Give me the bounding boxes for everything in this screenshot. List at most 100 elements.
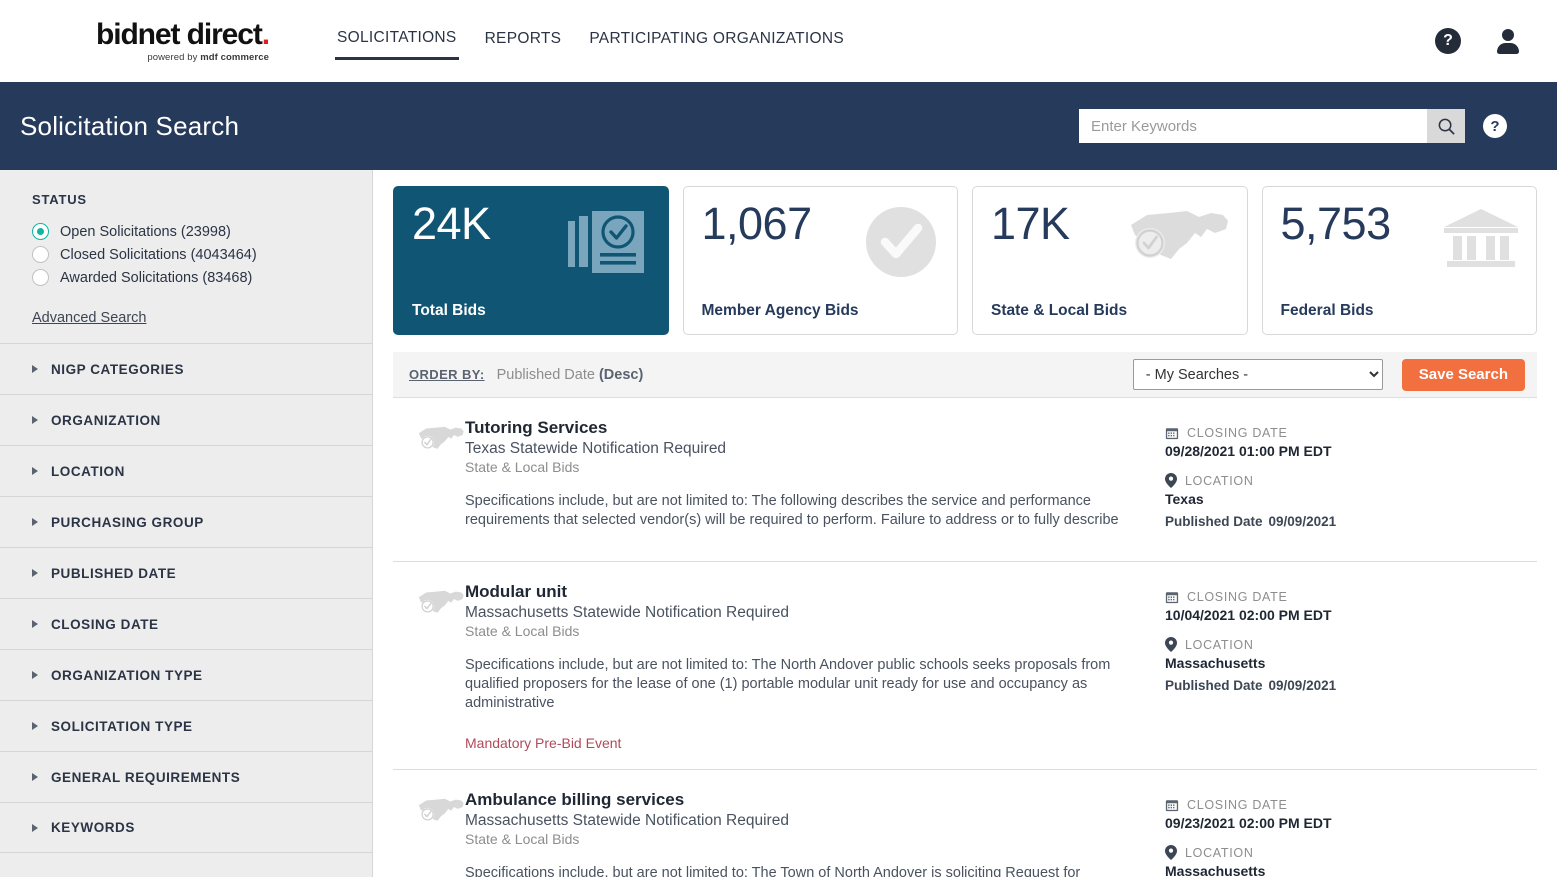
chevron-right-icon (32, 620, 38, 628)
order-by-label[interactable]: ORDER BY: (409, 367, 485, 382)
chevron-right-icon (32, 467, 38, 475)
facet-label: GENERAL REQUIREMENTS (51, 769, 241, 785)
facet-label: PURCHASING GROUP (51, 514, 204, 530)
result-title[interactable]: Tutoring Services (465, 418, 1141, 438)
advanced-search-link[interactable]: Advanced Search (32, 310, 146, 326)
chevron-right-icon (32, 518, 38, 526)
result-title[interactable]: Modular unit (465, 582, 1141, 602)
logo-dot: . (261, 17, 270, 51)
closing-date-head: CLOSING DATE (1165, 590, 1465, 604)
help-circle-icon[interactable]: ? (1435, 28, 1461, 54)
nav-item-solicitations[interactable]: SOLICITATIONS (334, 23, 459, 60)
result-title[interactable]: Ambulance billing services (465, 790, 1141, 810)
save-search-button[interactable]: Save Search (1401, 358, 1525, 391)
status-option-awarded[interactable]: Awarded Solicitations (83468) (32, 269, 348, 286)
location-label: LOCATION (1185, 845, 1254, 860)
my-searches-select[interactable]: - My Searches - (1132, 359, 1383, 390)
nav-item-participating-organizations[interactable]: PARTICIPATING ORGANIZATIONS (587, 24, 846, 58)
search-input[interactable] (1079, 109, 1427, 143)
closing-date-group: CLOSING DATE 09/23/2021 02:00 PM EDT (1165, 798, 1465, 831)
table-row[interactable]: Modular unit Massachusetts Statewide Not… (393, 562, 1537, 771)
result-description: Specifications include, but are not limi… (465, 865, 1081, 877)
result-description: Specifications include, but are not limi… (465, 493, 1119, 529)
result-body: Ambulance billing services Massachusetts… (465, 790, 1165, 877)
published-date-label: Published Date (1165, 678, 1263, 693)
sidebar-facet-nigp-categories[interactable]: NIGP CATEGORIES (0, 343, 372, 394)
closing-date-value: 09/28/2021 01:00 PM EDT (1165, 443, 1332, 459)
sidebar-facet-organization-type[interactable]: ORGANIZATION TYPE (0, 649, 372, 700)
result-icon (393, 582, 465, 751)
map-pin-icon (1165, 637, 1177, 652)
usa-map-check-icon (418, 426, 464, 449)
calendar-icon (1165, 428, 1179, 440)
stat-card-total-bids[interactable]: 24K Total Bids (393, 186, 669, 335)
logo-text: bidnet direct (96, 17, 263, 51)
magnifier-icon (1438, 118, 1455, 135)
location-head: LOCATION (1165, 845, 1465, 861)
result-icon (393, 418, 465, 543)
bidnet-direct-logo[interactable]: bidnet direct. powered by mdf commerce (96, 17, 270, 63)
chevron-right-icon (32, 671, 38, 679)
published-date-value: 09/09/2021 (1268, 514, 1337, 529)
closing-date-group: CLOSING DATE 09/28/2021 01:00 PM EDT (1165, 426, 1465, 459)
stat-card-state-local-bids[interactable]: 17K State & Local Bids (972, 186, 1248, 335)
location-group: LOCATION Texas Published Date 09/09/2021 (1165, 473, 1465, 529)
stat-card-federal-bids[interactable]: 5,753 Federal Bids (1261, 186, 1537, 335)
radio-closed-solicitations[interactable] (32, 246, 49, 263)
order-by-field: Published Date (496, 366, 599, 383)
bank-building-icon (1444, 209, 1518, 267)
search-help-icon[interactable]: ? (1483, 114, 1507, 138)
location-head: LOCATION (1165, 637, 1465, 652)
order-by-value: Published Date (Desc) (497, 367, 644, 383)
map-pin-icon (1165, 845, 1177, 861)
result-description: Specifications include, but are not limi… (465, 657, 1111, 712)
order-by-direction: (Desc) (598, 366, 644, 383)
sidebar-facet-purchasing-group[interactable]: PURCHASING GROUP (0, 496, 372, 547)
status-option-open[interactable]: Open Solicitations (23998) (32, 223, 348, 240)
map-pin-icon (1165, 473, 1177, 488)
search-submit-button[interactable] (1427, 109, 1465, 143)
user-account-icon[interactable] (1495, 28, 1521, 54)
chevron-right-icon (32, 416, 38, 424)
search-box (1079, 109, 1465, 143)
nav-right-icons: ? (1435, 28, 1521, 54)
chevron-right-icon (32, 365, 38, 373)
closing-date-head: CLOSING DATE (1165, 798, 1465, 812)
logo-tagline: powered by mdf commerce (147, 53, 269, 63)
location-label: LOCATION (1185, 637, 1254, 652)
chevron-right-icon (32, 823, 38, 832)
page-title: Solicitation Search (20, 110, 240, 141)
sidebar-facet-published-date[interactable]: PUBLISHED DATE (0, 547, 372, 598)
result-icon (393, 790, 465, 877)
radio-open-solicitations[interactable] (32, 223, 49, 240)
status-option-open-label: Open Solicitations (23998) (60, 223, 231, 240)
facet-label: LOCATION (51, 463, 125, 479)
toolbar-right-controls: - My Searches - Save Search (1132, 358, 1525, 391)
sidebar-facet-solicitation-type[interactable]: SOLICITATION TYPE (0, 700, 372, 751)
closing-date-label: CLOSING DATE (1187, 590, 1288, 604)
stat-label: Total Bids (412, 302, 486, 319)
chevron-right-icon (32, 773, 38, 781)
closing-date-label: CLOSING DATE (1187, 798, 1288, 813)
result-flag-badge: Mandatory Pre-Bid Event (465, 735, 622, 752)
sidebar-facet-organization[interactable]: ORGANIZATION (0, 394, 372, 445)
table-row[interactable]: Tutoring Services Texas Statewide Notifi… (393, 398, 1537, 562)
table-row[interactable]: Ambulance billing services Massachusetts… (393, 770, 1537, 877)
nav-item-reports[interactable]: REPORTS (483, 24, 564, 58)
chevron-right-icon (32, 722, 38, 730)
top-navigation-bar: bidnet direct. powered by mdf commerce S… (0, 0, 1557, 82)
page-body: STATUS Open Solicitations (23998) Closed… (0, 170, 1557, 877)
stat-card-member-agency-bids[interactable]: 1,067 Member Agency Bids (682, 186, 958, 335)
sidebar-facet-general-requirements[interactable]: GENERAL REQUIREMENTS (0, 751, 372, 802)
status-option-closed[interactable]: Closed Solicitations (4043464) (32, 246, 348, 263)
solicitation-search-header: Solicitation Search ? (0, 82, 1557, 170)
radio-awarded-solicitations[interactable] (32, 269, 49, 286)
sidebar-facet-closing-date[interactable]: CLOSING DATE (0, 598, 372, 649)
sidebar-facet-keywords[interactable]: KEYWORDS (0, 802, 372, 853)
published-date: Published Date 09/09/2021 (1165, 678, 1465, 693)
calendar-icon (1165, 592, 1179, 604)
closing-date-head: CLOSING DATE (1165, 426, 1465, 440)
sidebar-facet-location[interactable]: LOCATION (0, 445, 372, 496)
usa-map-check-icon (1130, 211, 1228, 259)
stat-label: Federal Bids (1280, 302, 1374, 319)
